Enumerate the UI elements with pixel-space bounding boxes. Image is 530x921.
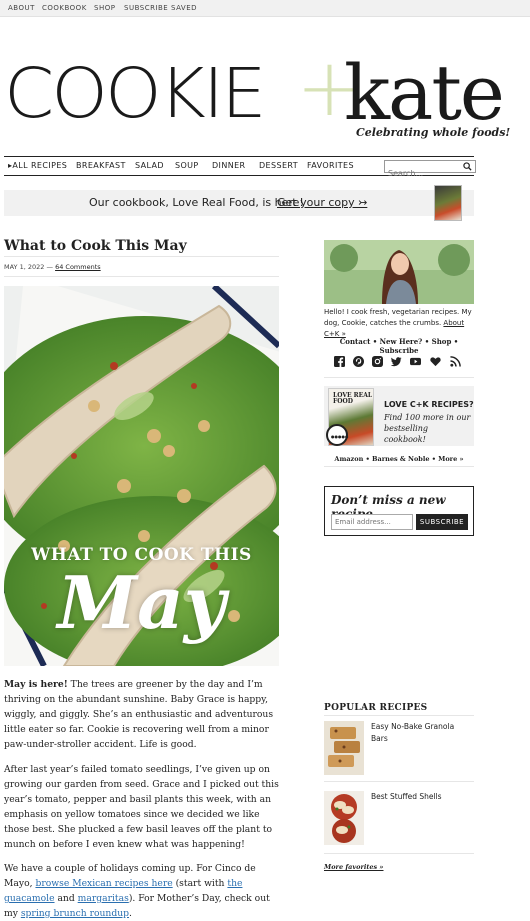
popular-recipe-item[interactable]: Easy No-Bake Granola Bars [324,721,474,781]
promo-subtext: Find 100 more in our bestselling cookboo… [384,413,471,444]
banner-text: Our cookbook, Love Real Food, is here! [89,196,304,209]
nav-item-dessert[interactable]: DESSERT [259,161,298,170]
stuffed-shells-illustration [324,791,364,845]
post-paragraph-1: May is here! The trees are greener by th… [4,677,280,752]
nav-item-breakfast[interactable]: BREAKFAST [76,161,126,170]
facebook-icon[interactable] [334,356,345,367]
divider [4,276,279,277]
margaritas-link[interactable]: margaritas [78,893,129,904]
nav-item-favorites[interactable]: FAVORITES [307,161,354,170]
rating-badge-text: ●●●●● [331,434,349,439]
divider [324,377,474,378]
granola-bars-illustration [324,721,364,775]
topbar-link-shop[interactable]: SHOP [94,4,115,12]
paragraph-lead: May is here! [4,679,68,690]
mexican-recipes-link[interactable]: browse Mexican recipes here [35,878,172,889]
divider [324,466,474,467]
post-title[interactable]: What to Cook This May [4,238,187,254]
author-photo[interactable] [324,240,474,304]
cookbook-cover-thumbnail[interactable] [434,185,462,221]
subscribe-button[interactable]: SUBSCRIBE [416,514,468,530]
divider [324,781,474,782]
topbar-link-subscribe[interactable]: SUBSCRIBE [124,4,168,12]
search-box [384,160,476,179]
banner-get-copy-link[interactable]: Get your copy ↣ [277,196,367,209]
post-paragraph-3: We have a couple of holidays coming up. … [4,861,280,921]
topbar-link-about[interactable]: ABOUT [8,4,35,12]
spring-brunch-link[interactable]: spring brunch roundup [21,908,129,919]
hero-caption-line2: May [57,560,226,645]
hero-image[interactable]: WHAT TO COOK THIS May [4,286,279,666]
nav-item-soup[interactable]: SOUP [175,161,199,170]
topbar-link-saved[interactable]: SAVED [171,4,197,12]
nav-item-dinner[interactable]: DINNER [212,161,246,170]
divider [324,715,474,716]
rating-badge: ●●●●● [326,424,348,446]
logo-kate-text: kate [344,48,505,137]
about-blurb: Hello! I cook fresh, vegetarian recipes.… [324,307,474,340]
promo-heading: LOVE C+K RECIPES? [384,400,474,409]
recipe-name[interactable]: Best Stuffed Shells [371,791,471,803]
nav-item-salad[interactable]: SALAD [135,161,164,170]
popular-recipes-heading: POPULAR RECIPES [324,703,428,713]
cookbook-cover-title: LOVE REAL FOOD [333,392,373,405]
post-paragraph-2: After last year’s failed tomato seedling… [4,764,279,850]
logo-cookie-text: COOKIE [4,53,267,133]
post-meta: MAY 1, 2022 — 64 Comments [4,263,101,271]
pinterest-icon[interactable] [353,356,364,367]
paragraph-text: (start with [172,878,228,889]
paragraph-text: and [54,893,78,904]
comments-link[interactable]: 64 Comments [55,263,101,271]
popular-recipe-item[interactable]: Best Stuffed Shells [324,791,474,851]
divider [4,256,279,257]
newsletter-signup: Don’t miss a new recipe SUBSCRIBE [324,486,474,536]
cookbook-banner: Our cookbook, Love Real Food, is here! G… [4,185,474,221]
top-utility-bar: ABOUT COOKBOOK SHOP SUBSCRIBE SAVED [0,0,530,17]
nav-item-all-recipes[interactable]: ▸ALL RECIPES [8,161,67,170]
author-photo-illustration [324,240,474,304]
social-icons-row [324,354,474,370]
rss-icon[interactable] [450,356,461,367]
divider [324,853,474,854]
youtube-icon[interactable] [410,356,421,367]
heart-icon[interactable] [430,356,441,367]
search-icon[interactable] [463,162,472,171]
email-field[interactable] [331,514,413,530]
sidebar-quick-links[interactable]: Contact • New Here? • Shop • Subscribe [324,337,474,355]
cookbook-promo[interactable]: LOVE REAL FOOD ●●●●● LOVE C+K RECIPES? F… [324,386,474,446]
recipe-name[interactable]: Easy No-Bake Granola Bars [371,721,471,745]
instagram-icon[interactable] [372,356,383,367]
promo-retailer-links[interactable]: Amazon • Barnes & Noble • More » [324,455,474,463]
site-tagline: Celebrating whole foods! [356,126,511,139]
post-date: MAY 1, 2022 [4,263,45,271]
more-favorites-link[interactable]: More favorites » [324,863,384,871]
main-nav: ▸ALL RECIPES BREAKFAST SALAD SOUP DINNER… [4,156,476,179]
topbar-link-cookbook[interactable]: COOKBOOK [42,4,87,12]
search-input[interactable] [385,168,459,179]
recipe-thumbnail [324,721,364,775]
paragraph-text: . [129,908,132,919]
twitter-icon[interactable] [391,356,402,367]
meta-separator: — [46,263,53,271]
recipe-thumbnail [324,791,364,845]
